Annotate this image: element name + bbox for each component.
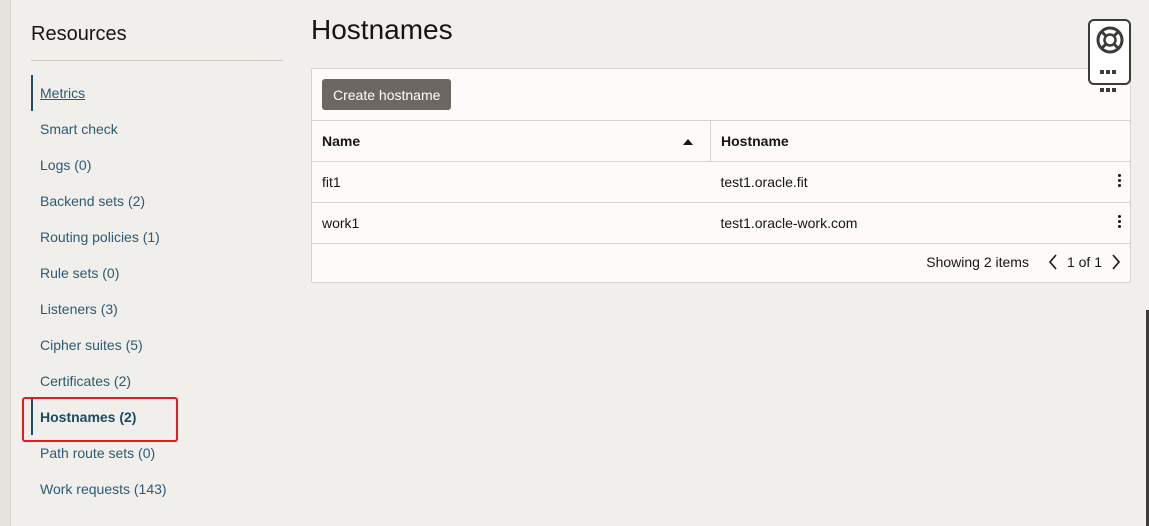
sidebar-item-smart-check[interactable]: Smart check <box>31 111 283 147</box>
column-header-label: Name <box>322 133 361 149</box>
table-footer: Showing 2 items 1 of 1 <box>312 241 1130 282</box>
column-header-hostname[interactable]: Hostname <box>710 120 1130 162</box>
sidebar-item-routing-policies[interactable]: Routing policies (1) <box>31 219 283 255</box>
kebab-menu-icon[interactable] <box>1118 215 1122 230</box>
sidebar-item-logs[interactable]: Logs (0) <box>31 147 283 183</box>
sidebar-item-label: Work requests (143) <box>40 481 167 497</box>
sidebar-item-metrics[interactable]: Metrics <box>31 75 283 111</box>
grid-icon[interactable] <box>1100 63 1122 99</box>
cell-hostname-text: test1.oracle-work.com <box>720 215 858 231</box>
sidebar-item-label: Rule sets (0) <box>40 265 120 281</box>
kebab-menu-icon[interactable] <box>1118 174 1122 189</box>
lifebuoy-icon[interactable] <box>1096 26 1124 59</box>
page-title: Hostnames <box>311 14 453 45</box>
sidebar-item-backend-sets[interactable]: Backend sets (2) <box>31 183 283 219</box>
page-indicator: 1 of 1 <box>1066 253 1102 270</box>
sidebar-item-listeners[interactable]: Listeners (3) <box>31 291 283 327</box>
help-widget[interactable] <box>1088 19 1131 92</box>
sidebar-item-label: Metrics <box>40 85 86 101</box>
sidebar-item-work-requests[interactable]: Work requests (143) <box>31 471 283 507</box>
sort-ascending-icon[interactable] <box>683 139 693 145</box>
hostnames-panel: Create hostname Name Hostname fit1 test1… <box>311 68 1131 283</box>
column-header-label: Hostname <box>721 133 789 149</box>
sidebar-item-certificates[interactable]: Certificates (2) <box>31 363 283 399</box>
sidebar-item-label: Backend sets (2) <box>40 193 146 209</box>
table-toolbar: Create hostname <box>312 69 1130 120</box>
table-row: fit1 test1.oracle.fit <box>312 161 1130 203</box>
sidebar-item-label: Listeners (3) <box>40 301 118 317</box>
sidebar-list: Metrics Smart check Logs (0) Backend set… <box>31 75 283 507</box>
sidebar-item-label: Hostnames (2) <box>40 409 137 425</box>
cell-hostname: test1.oracle.fit <box>710 161 1130 203</box>
sidebar-item-path-route-sets[interactable]: Path route sets (0) <box>31 435 283 471</box>
sidebar-item-label: Cipher suites (5) <box>40 337 143 353</box>
sidebar-item-hostnames[interactable]: Hostnames (2) <box>31 399 283 435</box>
hostnames-table: Name Hostname fit1 test1.oracle.fit work… <box>312 120 1130 244</box>
items-count: Showing 2 items <box>926 253 1029 270</box>
sidebar-item-label: Certificates (2) <box>40 373 132 389</box>
table-header-row: Name Hostname <box>312 120 1130 162</box>
create-hostname-button[interactable]: Create hostname <box>322 79 452 110</box>
column-header-name[interactable]: Name <box>312 120 711 162</box>
sidebar-item-label: Smart check <box>40 121 118 137</box>
sidebar-item-rule-sets[interactable]: Rule sets (0) <box>31 255 283 291</box>
cell-hostname-text: test1.oracle.fit <box>720 174 808 190</box>
resources-sidebar: Resources Metrics Smart check Logs (0) B… <box>31 20 283 507</box>
page-left-border <box>0 0 11 526</box>
table-row: work1 test1.oracle-work.com <box>312 202 1130 244</box>
sidebar-item-cipher-suites[interactable]: Cipher suites (5) <box>31 327 283 363</box>
sidebar-item-label: Path route sets (0) <box>40 445 156 461</box>
sidebar-item-label: Logs (0) <box>40 157 92 173</box>
sidebar-item-label: Routing policies (1) <box>40 229 160 245</box>
cell-name: fit1 <box>312 161 711 203</box>
sidebar-title: Resources <box>31 20 283 61</box>
chevron-right-icon[interactable] <box>1110 253 1122 270</box>
cell-name: work1 <box>312 202 711 244</box>
cell-hostname: test1.oracle-work.com <box>710 202 1130 244</box>
chevron-left-icon[interactable] <box>1047 253 1059 270</box>
